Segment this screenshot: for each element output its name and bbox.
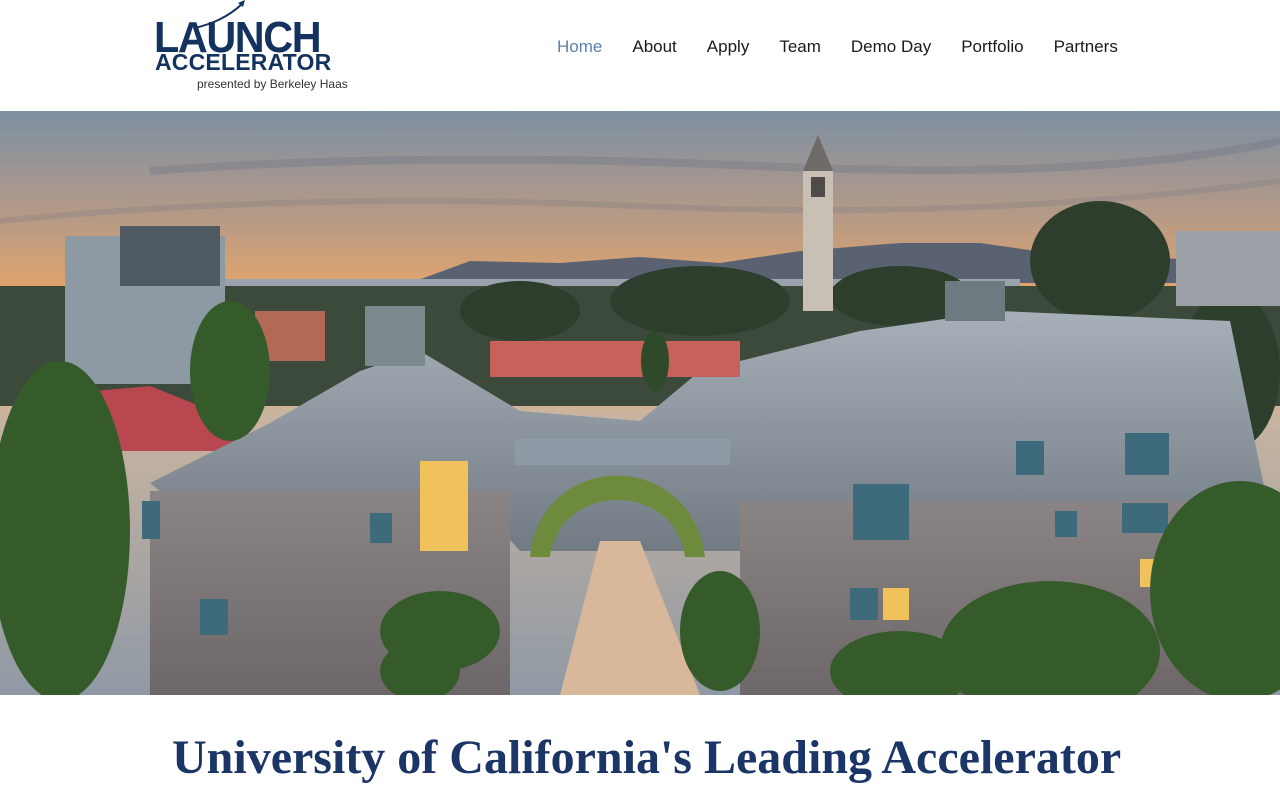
nav-item-demo-day[interactable]: Demo Day: [836, 36, 946, 58]
logo-credit: presented by Berkeley Haas: [197, 77, 348, 91]
nav-item-about[interactable]: About: [617, 36, 691, 58]
page-headline: University of California's Leading Accel…: [172, 731, 1122, 785]
main-nav: Home About Apply Team Demo Day Portfolio…: [545, 36, 1133, 58]
campus-sunset-illustration: [0, 111, 1280, 695]
nav-item-portfolio[interactable]: Portfolio: [946, 36, 1038, 58]
site-header: LAUNCH ACCELERATOR presented by Berkeley…: [0, 0, 1280, 111]
nav-item-home[interactable]: Home: [545, 36, 617, 58]
launch-accelerator-logo[interactable]: LAUNCH ACCELERATOR presented by Berkeley…: [153, 0, 348, 96]
nav-item-apply[interactable]: Apply: [692, 36, 765, 58]
logo-subtitle: ACCELERATOR: [155, 49, 332, 75]
nav-item-partners[interactable]: Partners: [1039, 36, 1133, 58]
hero-image: [0, 111, 1280, 695]
nav-item-team[interactable]: Team: [764, 36, 836, 58]
